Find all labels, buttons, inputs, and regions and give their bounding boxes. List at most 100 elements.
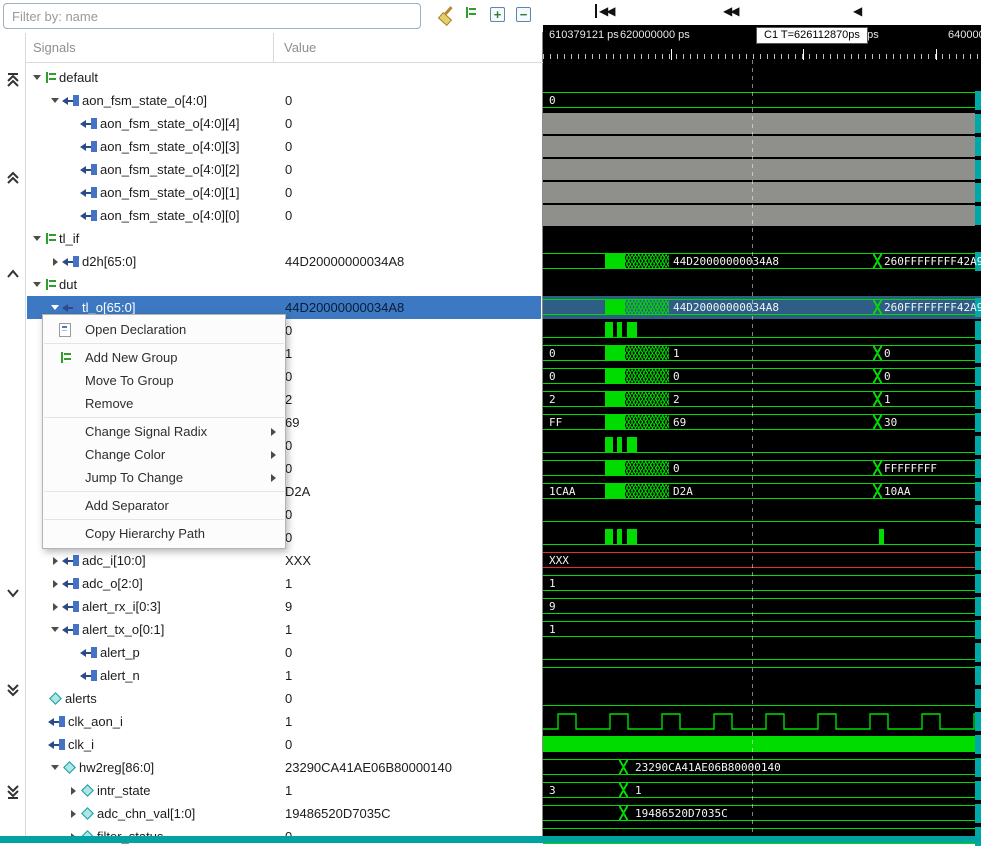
wave-row-intr_state[interactable]: 31: [543, 779, 981, 802]
tree-row-clk_i[interactable]: clk_i0: [27, 733, 541, 756]
chevron-right-icon[interactable]: [48, 554, 62, 568]
tree-row-alerts[interactable]: alerts0: [27, 687, 541, 710]
clear-filter-icon[interactable]: [437, 6, 455, 24]
wave-row-adc_i[interactable]: XXX: [543, 549, 981, 572]
tree-row-alert_rx_i[0:3][interactable]: alert_rx_i[0:3]9: [27, 595, 541, 618]
tree-row-adc_i[10:0][interactable]: adc_i[10:0]XXX: [27, 549, 541, 572]
chevron-right-icon[interactable]: [48, 600, 62, 614]
timeline-ruler[interactable]: 610379121 ps 620000000 ps 630000000 ps 6…: [543, 25, 981, 60]
filter-input[interactable]: [3, 3, 421, 29]
wave-row-aon_fsm_state_o-0[interactable]: [543, 204, 981, 227]
scroll-top-icon[interactable]: [5, 72, 21, 88]
chevron-right-icon[interactable]: [66, 807, 80, 821]
tree-row-alert_p[interactable]: alert_p0: [27, 641, 541, 664]
wave-row-adc_o[interactable]: 1: [543, 572, 981, 595]
menu-item-open-declaration[interactable]: Open Declaration: [43, 318, 285, 341]
menu-item-move-to-group[interactable]: Move To Group: [43, 369, 285, 392]
expand-all-icon[interactable]: +: [490, 7, 505, 22]
cursor-line[interactable]: [752, 60, 753, 837]
menu-item-label: Remove: [85, 396, 133, 411]
wave-row-alerts[interactable]: [543, 687, 981, 710]
wave-row-aon_fsm_state_o-1[interactable]: [543, 181, 981, 204]
tree-row-tl_if[interactable]: tl_if: [27, 227, 541, 250]
tree-row-aon_fsm_state_o[4:0][1][interactable]: aon_fsm_state_o[4:0][1]0: [27, 181, 541, 204]
row-down-icon[interactable]: [5, 585, 21, 601]
tree-row-adc_o[2:0][interactable]: adc_o[2:0]1: [27, 572, 541, 595]
wave-row-aon_fsm_state_o-4[interactable]: [543, 112, 981, 135]
page-down-icon[interactable]: [5, 682, 21, 698]
menu-item-jump-to-change[interactable]: Jump To Change: [43, 466, 285, 489]
step-back-icon[interactable]: ◀: [853, 4, 860, 18]
wave-row-aon_fsm_state_o[interactable]: 0: [543, 89, 981, 112]
wave-row-tl_o-valid[interactable]: [543, 319, 981, 342]
menu-item-remove[interactable]: Remove: [43, 392, 285, 415]
wave-row-hw2reg[interactable]: 23290CA41AE06B80000140: [543, 756, 981, 779]
tree-row-alert_tx_o[0:1][interactable]: alert_tx_o[0:1]1: [27, 618, 541, 641]
wave-seg-lo: [543, 659, 975, 660]
wave-row-adc_chn_val[interactable]: 19486520D7035C: [543, 802, 981, 825]
tree-row-intr_state[interactable]: intr_state1: [27, 779, 541, 802]
wave-row-aon_fsm_state_o-3[interactable]: [543, 135, 981, 158]
wave-row-tl_o-ready[interactable]: [543, 434, 981, 457]
chevron-down-icon[interactable]: [48, 761, 62, 775]
wave-row-tl_o-field-h[interactable]: [543, 526, 981, 549]
tree-row-adc_chn_val[1:0][interactable]: adc_chn_val[1:0]19486520D7035C: [27, 802, 541, 825]
menu-item-change-color[interactable]: Change Color: [43, 443, 285, 466]
page-up-icon[interactable]: [5, 170, 21, 186]
wave-row-alert_p[interactable]: [543, 641, 981, 664]
fast-back-icon[interactable]: ◀◀: [723, 4, 737, 18]
wave-row-tl_o-field-f[interactable]: 1CAAD2A10AA: [543, 480, 981, 503]
wave-row-alert_n[interactable]: [543, 664, 981, 687]
chevron-right-icon[interactable]: [66, 784, 80, 798]
tree-row-aon_fsm_state_o[4:0][4][interactable]: aon_fsm_state_o[4:0][4]0: [27, 112, 541, 135]
tree-row-hw2reg[86:0][interactable]: hw2reg[86:0]23290CA41AE06B80000140: [27, 756, 541, 779]
wave-row-tl_o-field-d[interactable]: FF6930: [543, 411, 981, 434]
tree-row-clk_aon_i[interactable]: clk_aon_i1: [27, 710, 541, 733]
menu-item-add-separator[interactable]: Add Separator: [43, 494, 285, 517]
wave-row-alert_tx_o[interactable]: 1: [543, 618, 981, 641]
chevron-down-icon[interactable]: [30, 71, 44, 85]
wave-row-tl_o[interactable]: 44D20000000034A8260FFFFFFFF42A9: [543, 296, 981, 319]
tree-row-aon_fsm_state_o[4:0][3][interactable]: aon_fsm_state_o[4:0][3]0: [27, 135, 541, 158]
chevron-down-icon[interactable]: [30, 232, 44, 246]
wave-row-tl_o-field-e[interactable]: 0FFFFFFFF: [543, 457, 981, 480]
tree-row-alert_n[interactable]: alert_n1: [27, 664, 541, 687]
tree-cell: aon_fsm_state_o[4:0][3]: [27, 135, 239, 158]
wave-rows: 0 44D20000000034A8260FFFFFFFF42A9 44D20000…: [543, 66, 981, 848]
chevron-down-icon[interactable]: [30, 278, 44, 292]
tree-row-aon_fsm_state_o[4:0][interactable]: aon_fsm_state_o[4:0]0: [27, 89, 541, 112]
collapse-all-icon[interactable]: −: [516, 7, 531, 22]
wave-row-alert_rx_i[interactable]: 9: [543, 595, 981, 618]
wave-row-clk_aon_i[interactable]: [543, 710, 981, 733]
horizontal-scrollbar[interactable]: [0, 836, 981, 843]
wave-row-tl_o-field-b[interactable]: 000: [543, 365, 981, 388]
column-divider[interactable]: [273, 33, 274, 62]
wave-row-group-default[interactable]: [543, 66, 981, 89]
chevron-down-icon[interactable]: [48, 94, 62, 108]
wave-row-clk_i[interactable]: [543, 733, 981, 756]
scroll-bottom-icon[interactable]: [5, 784, 21, 800]
menu-item-change-signal-radix[interactable]: Change Signal Radix: [43, 420, 285, 443]
tree-row-default[interactable]: default: [27, 66, 541, 89]
menu-item-copy-hierarchy-path[interactable]: Copy Hierarchy Path: [43, 522, 285, 545]
chevron-down-icon[interactable]: [48, 623, 62, 637]
wave-row-aon_fsm_state_o-2[interactable]: [543, 158, 981, 181]
chevron-down-icon[interactable]: [48, 301, 62, 315]
chevron-right-icon[interactable]: [48, 255, 62, 269]
chevron-right-icon[interactable]: [48, 577, 62, 591]
menu-item-add-new-group[interactable]: Add New Group: [43, 346, 285, 369]
cursor-c1-label[interactable]: C1 T=626112870ps: [756, 27, 868, 44]
wave-row-tl_o-field-a[interactable]: 010: [543, 342, 981, 365]
tree-row-aon_fsm_state_o[4:0][0][interactable]: aon_fsm_state_o[4:0][0]0: [27, 204, 541, 227]
tree-row-dut[interactable]: dut: [27, 273, 541, 296]
add-group-icon[interactable]: [464, 6, 482, 24]
wave-row-tl_o-field-g[interactable]: [543, 503, 981, 526]
row-up-icon[interactable]: [5, 266, 21, 282]
wave-row-tl_o-field-c[interactable]: 221: [543, 388, 981, 411]
tree-row-aon_fsm_state_o[4:0][2][interactable]: aon_fsm_state_o[4:0][2]0: [27, 158, 541, 181]
skip-to-start-icon[interactable]: ◀◀: [595, 4, 613, 18]
wave-row-group-tl_if[interactable]: [543, 227, 981, 250]
tree-row-d2h[65:0][interactable]: d2h[65:0]44D20000000034A8: [27, 250, 541, 273]
wave-row-d2h[interactable]: 44D20000000034A8260FFFFFFFF42A9: [543, 250, 981, 273]
wave-row-group-dut[interactable]: [543, 273, 981, 296]
